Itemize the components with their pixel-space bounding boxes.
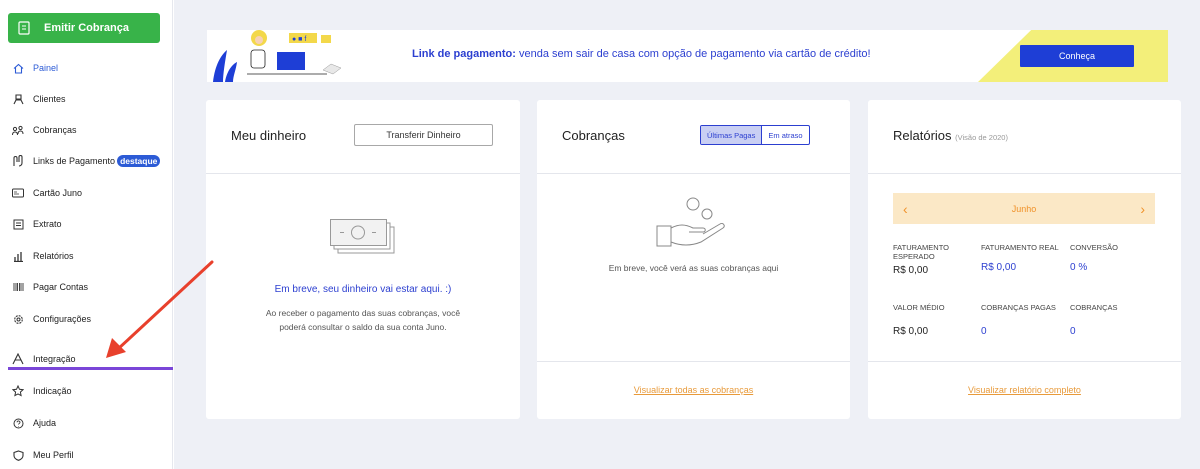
sidebar-item-label: Meu Perfil xyxy=(33,450,74,460)
sidebar-item-meu-perfil[interactable]: Meu Perfil xyxy=(12,445,74,465)
stat-value-faturamento-real: R$ 0,00 xyxy=(981,262,1017,273)
stat-label-cobrancas: COBRANÇAS xyxy=(1070,303,1118,312)
banner-text: Link de pagamento: venda sem sair de cas… xyxy=(412,48,871,60)
card-divider xyxy=(868,361,1181,362)
document-money-icon xyxy=(18,21,30,35)
sidebar-item-relatorios[interactable]: Relatórios xyxy=(12,246,74,266)
sidebar-item-label: Configurações xyxy=(33,314,92,324)
payment-link-banner: ● ■ f Link de pagamento: venda sem sair … xyxy=(207,30,1168,82)
integration-icon xyxy=(12,353,24,365)
stat-value-cobrancas-pagas: 0 xyxy=(981,326,987,337)
active-indicator-bar xyxy=(8,367,173,370)
sidebar-item-label: Integração xyxy=(33,354,76,364)
reports-subtitle: (Visão de 2020) xyxy=(955,133,1008,142)
sidebar-item-clientes[interactable]: Clientes xyxy=(12,89,66,109)
tab-ultimas-pagas[interactable]: Últimas Pagas xyxy=(701,126,763,144)
sidebar-item-painel[interactable]: Painel xyxy=(12,58,58,78)
stat-label-faturamento-esperado: FATURAMENTO ESPERADO xyxy=(893,243,949,261)
sidebar-item-label: Relatórios xyxy=(33,251,74,261)
card-divider xyxy=(537,361,850,362)
sidebar-item-cartao-juno[interactable]: Cartão Juno xyxy=(12,183,82,203)
sidebar-item-label: Pagar Contas xyxy=(33,282,89,292)
card-divider xyxy=(206,173,520,174)
highlight-badge: destaque xyxy=(117,155,161,167)
sidebar-item-label: Indicação xyxy=(33,386,72,396)
card-divider xyxy=(537,173,850,174)
sidebar-item-pagar-contas[interactable]: Pagar Contas xyxy=(12,277,88,297)
charges-card-title: Cobranças xyxy=(562,128,625,143)
stat-label-cobrancas-pagas: COBRANÇAS PAGAS xyxy=(981,303,1056,312)
tab-em-atraso[interactable]: Em atraso xyxy=(762,126,808,144)
stat-value-cobrancas: 0 xyxy=(1070,326,1076,337)
view-all-charges-link[interactable]: Visualizar todas as cobranças xyxy=(537,385,850,395)
sidebar-item-label: Links de Pagamento xyxy=(33,156,116,166)
reports-title: Relatórios xyxy=(893,128,952,143)
stat-label-faturamento-real: FATURAMENTO REAL xyxy=(981,243,1059,252)
chevron-right-icon[interactable]: › xyxy=(1140,201,1145,217)
receipt-icon xyxy=(12,218,24,230)
stat-label-valor-medio: VALOR MÉDIO xyxy=(893,303,945,312)
sidebar-item-extrato[interactable]: Extrato xyxy=(12,214,62,234)
stat-label-conversao: CONVERSÃO xyxy=(1070,243,1118,252)
sidebar-item-label: Cartão Juno xyxy=(33,188,83,198)
charges-card: Cobranças Últimas Pagas Em atraso Em bre… xyxy=(537,100,850,419)
barcode-icon xyxy=(12,281,24,293)
stat-label-line: FATURAMENTO xyxy=(893,243,949,252)
money-card: Meu dinheiro Transferir Dinheiro Em brev… xyxy=(206,100,520,419)
sidebar-item-configuracoes[interactable]: Configurações xyxy=(12,309,91,329)
sidebar-item-links-pagamento[interactable]: Links de Pagamento destaque xyxy=(12,151,161,171)
star-icon xyxy=(12,385,24,397)
reports-card-title: Relatórios (Visão de 2020) xyxy=(893,128,1008,143)
reports-card: Relatórios (Visão de 2020) ‹ Junho › FAT… xyxy=(868,100,1181,419)
money-empty-headline: Em breve, seu dinheiro vai estar aqui. :… xyxy=(274,284,452,295)
sidebar-item-label: Painel xyxy=(33,63,59,73)
transfer-money-button[interactable]: Transferir Dinheiro xyxy=(354,124,493,146)
view-full-report-link[interactable]: Visualizar relatório completo xyxy=(868,385,1181,395)
sidebar-item-label: Clientes xyxy=(33,94,66,104)
month-label: Junho xyxy=(1011,203,1037,214)
charges-tabs: Últimas Pagas Em atraso xyxy=(700,125,810,145)
sidebar: Emitir Cobrança Painel Clientes Cobrança… xyxy=(0,0,173,469)
sidebar-item-integracao[interactable]: Integração xyxy=(12,349,76,369)
home-icon xyxy=(12,62,24,74)
stat-value-faturamento-esperado: R$ 0,00 xyxy=(893,265,929,276)
charges-empty-text: Em breve, você verá as suas cobranças aq… xyxy=(608,263,779,273)
sidebar-item-ajuda[interactable]: Ajuda xyxy=(12,413,56,433)
card-divider xyxy=(868,173,1181,174)
emit-charge-button[interactable]: Emitir Cobrança xyxy=(8,13,160,43)
sidebar-item-label: Ajuda xyxy=(33,418,57,428)
gear-icon xyxy=(12,313,24,325)
money-card-title: Meu dinheiro xyxy=(231,128,307,143)
emit-charge-label: Emitir Cobrança xyxy=(44,22,129,34)
month-selector: ‹ Junho › xyxy=(893,193,1155,224)
user-icon xyxy=(12,93,24,105)
shield-icon xyxy=(12,449,24,461)
money-empty-desc-2: poderá consultar o saldo da sua conta Ju… xyxy=(279,322,447,332)
banner-bold: Link de pagamento: xyxy=(412,48,516,60)
stat-value-conversao: 0 % xyxy=(1070,262,1088,273)
learn-more-button[interactable]: Conheça xyxy=(1020,45,1134,67)
stat-label-line: ESPERADO xyxy=(893,252,935,261)
sidebar-item-label: Cobranças xyxy=(33,125,77,135)
hand-coins-icon xyxy=(656,197,725,247)
banner-body: venda sem sair de casa com opção de paga… xyxy=(515,48,871,60)
sidebar-item-label: Extrato xyxy=(33,219,62,229)
money-bills-icon xyxy=(330,219,395,254)
people-money-icon xyxy=(12,124,24,136)
stat-value-valor-medio: R$ 0,00 xyxy=(893,326,929,337)
link-icon xyxy=(12,155,24,167)
chevron-left-icon[interactable]: ‹ xyxy=(903,201,908,217)
main-content: ● ■ f Link de pagamento: venda sem sair … xyxy=(174,0,1200,469)
help-icon xyxy=(12,417,24,429)
bar-chart-icon xyxy=(12,250,24,262)
sidebar-item-cobrancas[interactable]: Cobranças xyxy=(12,120,77,140)
banner-illustration: ● ■ f xyxy=(213,30,342,82)
illustration-label: ● ■ f xyxy=(292,36,306,43)
money-empty-desc-1: Ao receber o pagamento das suas cobrança… xyxy=(265,308,461,318)
sidebar-item-indicacao[interactable]: Indicação xyxy=(12,381,72,401)
card-icon xyxy=(12,187,24,199)
